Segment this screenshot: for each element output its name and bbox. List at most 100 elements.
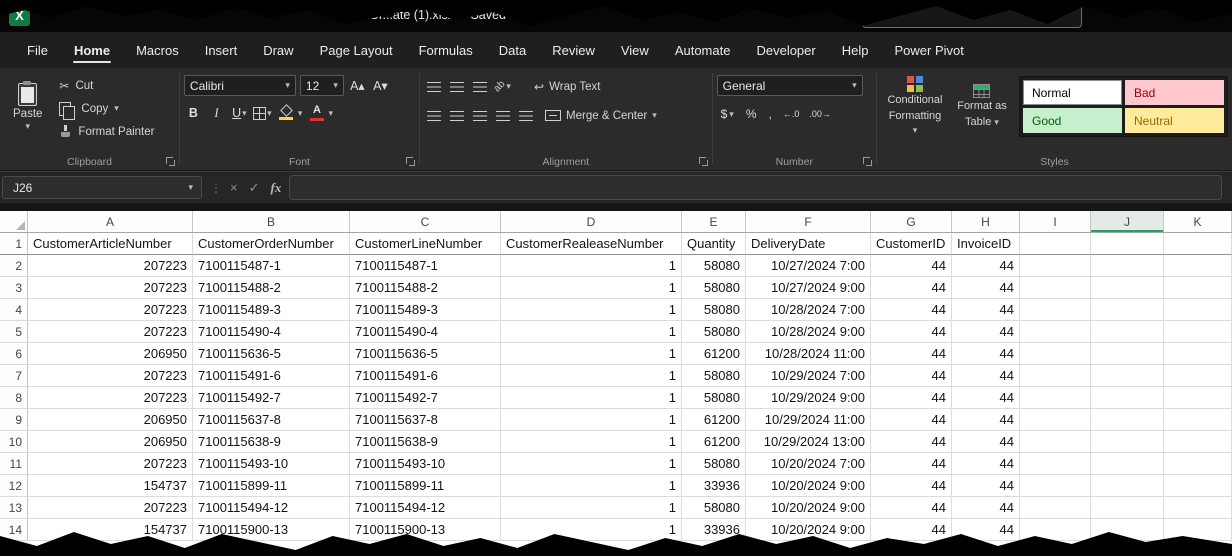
align-middle-button[interactable] <box>447 77 466 97</box>
cell-G14[interactable]: 44 <box>871 519 952 541</box>
cell-F9[interactable]: 10/29/2024 11:00 <box>746 409 871 431</box>
cell-B2[interactable]: 7100115487-1 <box>193 255 350 277</box>
cell-I7[interactable] <box>1020 365 1091 387</box>
cell-C9[interactable]: 7100115637-8 <box>350 409 501 431</box>
cell-C11[interactable]: 7100115493-10 <box>350 453 501 475</box>
cell-B7[interactable]: 7100115491-6 <box>193 365 350 387</box>
cell-J9[interactable] <box>1091 409 1164 431</box>
italic-button[interactable]: I <box>207 103 226 123</box>
cell-H4[interactable]: 44 <box>952 299 1020 321</box>
cell-D12[interactable]: 1 <box>501 475 682 497</box>
tab-formulas[interactable]: Formulas <box>406 32 486 68</box>
column-header-B[interactable]: B <box>193 211 350 232</box>
cell-J10[interactable] <box>1091 431 1164 453</box>
tab-developer[interactable]: Developer <box>743 32 828 68</box>
cell-I5[interactable] <box>1020 321 1091 343</box>
cell-G5[interactable]: 44 <box>871 321 952 343</box>
cell-K1[interactable] <box>1164 233 1232 255</box>
cell-J2[interactable] <box>1091 255 1164 277</box>
row-header-12[interactable]: 12 <box>0 475 28 497</box>
cell-C8[interactable]: 7100115492-7 <box>350 387 501 409</box>
cell-K5[interactable] <box>1164 321 1232 343</box>
name-box[interactable]: J26 ▾ <box>2 176 202 199</box>
cell-G11[interactable]: 44 <box>871 453 952 475</box>
cell-E1[interactable]: Quantity <box>682 233 746 255</box>
cell-K8[interactable] <box>1164 387 1232 409</box>
cell-H3[interactable]: 44 <box>952 277 1020 299</box>
cell-C14[interactable]: 7100115900-13 <box>350 519 501 541</box>
cell-E13[interactable]: 58080 <box>682 497 746 519</box>
number-format-select[interactable]: General ▾ <box>717 75 863 96</box>
cell-B1[interactable]: CustomerOrderNumber <box>193 233 350 255</box>
insert-function-icon[interactable]: fx <box>271 180 282 196</box>
cell-I10[interactable] <box>1020 431 1091 453</box>
cell-F4[interactable]: 10/28/2024 7:00 <box>746 299 871 321</box>
cell-E14[interactable]: 33936 <box>682 519 746 541</box>
cell-B9[interactable]: 7100115637-8 <box>193 409 350 431</box>
cell-K3[interactable] <box>1164 277 1232 299</box>
cut-button[interactable]: ✂ Cut <box>59 76 154 95</box>
cell-F12[interactable]: 10/20/2024 9:00 <box>746 475 871 497</box>
cell-K4[interactable] <box>1164 299 1232 321</box>
cell-style-good[interactable]: Good <box>1023 108 1122 133</box>
cell-F8[interactable]: 10/29/2024 9:00 <box>746 387 871 409</box>
cell-I9[interactable] <box>1020 409 1091 431</box>
cell-I2[interactable] <box>1020 255 1091 277</box>
cell-style-bad[interactable]: Bad <box>1125 80 1224 105</box>
font-name-select[interactable]: Calibri ▾ <box>184 75 296 96</box>
row-header-14[interactable]: 14 <box>0 519 28 541</box>
cell-A6[interactable]: 206950 <box>28 343 193 365</box>
column-header-A[interactable]: A <box>28 211 193 232</box>
cell-F3[interactable]: 10/27/2024 9:00 <box>746 277 871 299</box>
increase-decimal-button[interactable]: ←.0 <box>780 109 803 119</box>
column-header-F[interactable]: F <box>746 211 871 232</box>
cell-B6[interactable]: 7100115636-5 <box>193 343 350 365</box>
dialog-launcher-icon[interactable] <box>699 157 708 166</box>
align-bottom-button[interactable] <box>470 77 489 97</box>
cell-F10[interactable]: 10/29/2024 13:00 <box>746 431 871 453</box>
cell-C7[interactable]: 7100115491-6 <box>350 365 501 387</box>
cell-K2[interactable] <box>1164 255 1232 277</box>
cell-C5[interactable]: 7100115490-4 <box>350 321 501 343</box>
cell-I4[interactable] <box>1020 299 1091 321</box>
cell-F1[interactable]: DeliveryDate <box>746 233 871 255</box>
tab-review[interactable]: Review <box>539 32 608 68</box>
cell-C10[interactable]: 7100115638-9 <box>350 431 501 453</box>
cell-H9[interactable]: 44 <box>952 409 1020 431</box>
row-header-6[interactable]: 6 <box>0 343 28 365</box>
underline-button[interactable]: U ▾ <box>230 103 249 123</box>
decrease-indent-button[interactable] <box>493 106 512 126</box>
row-header-11[interactable]: 11 <box>0 453 28 475</box>
cell-J4[interactable] <box>1091 299 1164 321</box>
format-as-table-button[interactable]: Format as Table ▾ <box>949 71 1015 143</box>
decrease-font-size-button[interactable]: A▾ <box>371 76 390 96</box>
cell-D10[interactable]: 1 <box>501 431 682 453</box>
cell-H13[interactable]: 44 <box>952 497 1020 519</box>
cell-H8[interactable]: 44 <box>952 387 1020 409</box>
cell-G8[interactable]: 44 <box>871 387 952 409</box>
cell-A12[interactable]: 154737 <box>28 475 193 497</box>
cell-K6[interactable] <box>1164 343 1232 365</box>
cell-G12[interactable]: 44 <box>871 475 952 497</box>
cell-B13[interactable]: 7100115494-12 <box>193 497 350 519</box>
cell-J11[interactable] <box>1091 453 1164 475</box>
cell-E7[interactable]: 58080 <box>682 365 746 387</box>
column-header-C[interactable]: C <box>350 211 501 232</box>
cell-B11[interactable]: 7100115493-10 <box>193 453 350 475</box>
cell-J1[interactable] <box>1091 233 1164 255</box>
cell-style-normal[interactable]: Normal <box>1023 80 1122 105</box>
cell-F11[interactable]: 10/20/2024 7:00 <box>746 453 871 475</box>
cell-style-neutral[interactable]: Neutral <box>1125 108 1224 133</box>
tab-insert[interactable]: Insert <box>192 32 251 68</box>
cell-I11[interactable] <box>1020 453 1091 475</box>
cell-F2[interactable]: 10/27/2024 7:00 <box>746 255 871 277</box>
cell-A14[interactable]: 154737 <box>28 519 193 541</box>
cell-D14[interactable]: 1 <box>501 519 682 541</box>
comma-style-button[interactable]: , <box>765 104 776 124</box>
cell-E10[interactable]: 61200 <box>682 431 746 453</box>
cell-A1[interactable]: CustomerArticleNumber <box>28 233 193 255</box>
tab-data[interactable]: Data <box>486 32 539 68</box>
cell-D1[interactable]: CustomerRealeaseNumber <box>501 233 682 255</box>
cell-G4[interactable]: 44 <box>871 299 952 321</box>
cell-C12[interactable]: 7100115899-11 <box>350 475 501 497</box>
